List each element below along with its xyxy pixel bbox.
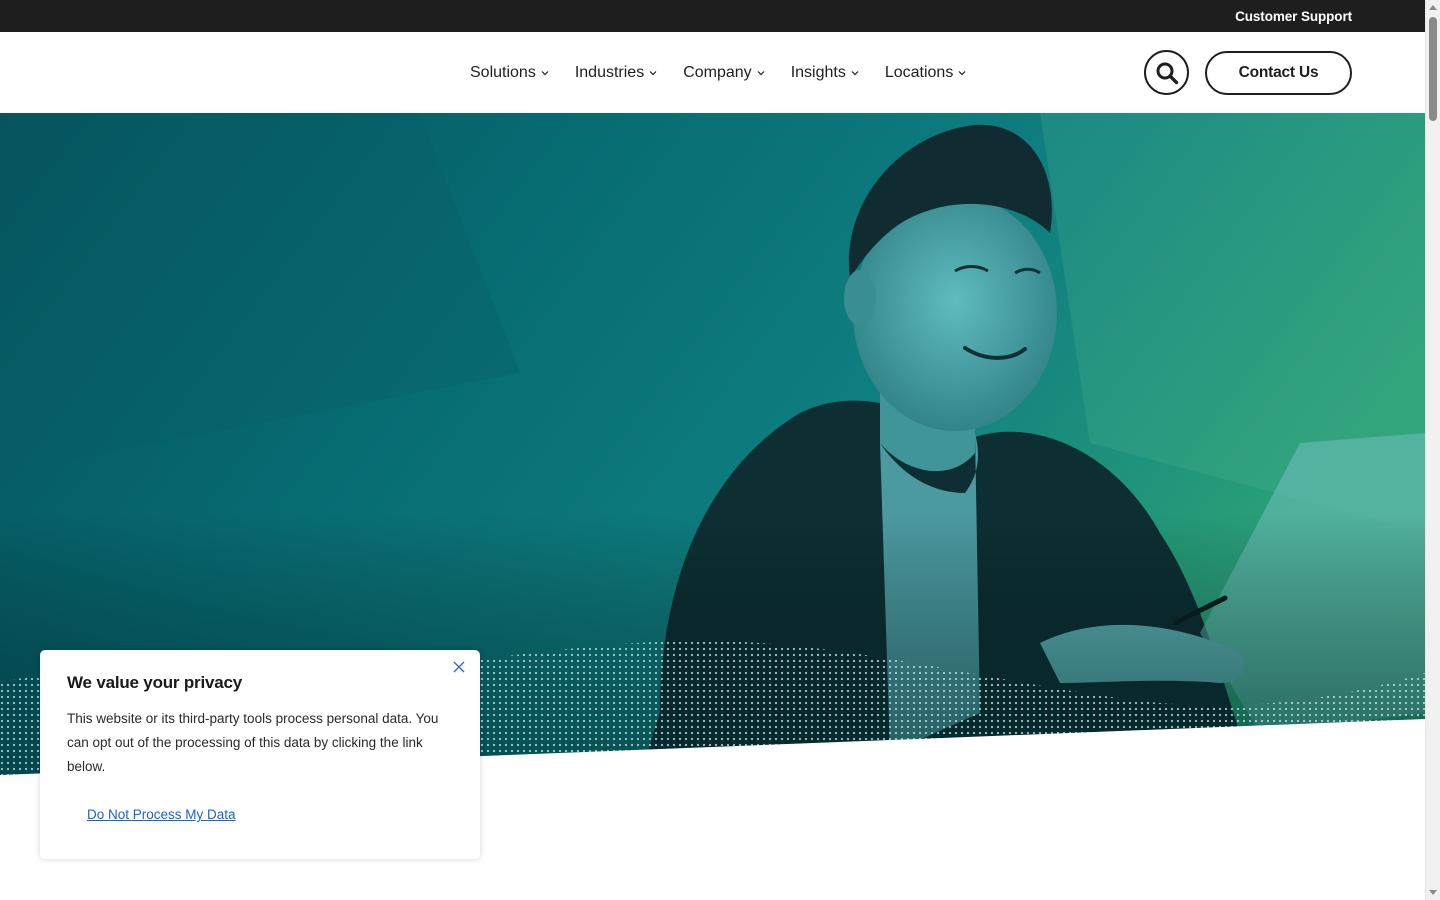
search-icon (1156, 62, 1178, 84)
scroll-thumb[interactable] (1429, 17, 1437, 121)
scroll-down-arrow-icon[interactable] (1429, 890, 1437, 895)
search-button[interactable] (1144, 50, 1189, 95)
contact-us-button[interactable]: Contact Us (1205, 51, 1352, 95)
scroll-up-arrow-icon[interactable] (1429, 5, 1437, 10)
nav-label: Insights (790, 63, 846, 81)
nav-label: Locations (884, 63, 954, 81)
privacy-title: We value your privacy (67, 673, 243, 692)
do-not-process-link[interactable]: Do Not Process My Data (87, 807, 236, 822)
page-scrollbar[interactable] (1425, 0, 1440, 900)
close-icon[interactable] (453, 661, 465, 673)
utility-bar: Customer Support (0, 0, 1425, 32)
privacy-banner: We value your privacy This website or it… (40, 650, 480, 859)
nav-industries[interactable]: Industries (575, 64, 657, 82)
nav-company[interactable]: Company (683, 63, 765, 82)
privacy-body: This website or its third-party tools pr… (67, 711, 439, 774)
nav-label: Company (683, 63, 752, 81)
main-navbar: Solutions Industries Company Insights Lo… (0, 32, 1425, 113)
chevron-down-icon (958, 70, 966, 75)
nav-label: Solutions (470, 63, 536, 81)
main-nav: Solutions Industries Company Insights Lo… (470, 32, 992, 113)
chevron-down-icon (541, 70, 549, 75)
nav-solutions[interactable]: Solutions (470, 64, 549, 82)
chevron-down-icon (649, 70, 657, 75)
nav-insights[interactable]: Insights (791, 64, 859, 82)
nav-label: Industries (574, 63, 645, 81)
customer-support-link[interactable]: Customer Support (1235, 9, 1352, 24)
chevron-down-icon (757, 70, 765, 75)
nav-locations[interactable]: Locations (885, 64, 967, 82)
chevron-down-icon (851, 70, 859, 75)
